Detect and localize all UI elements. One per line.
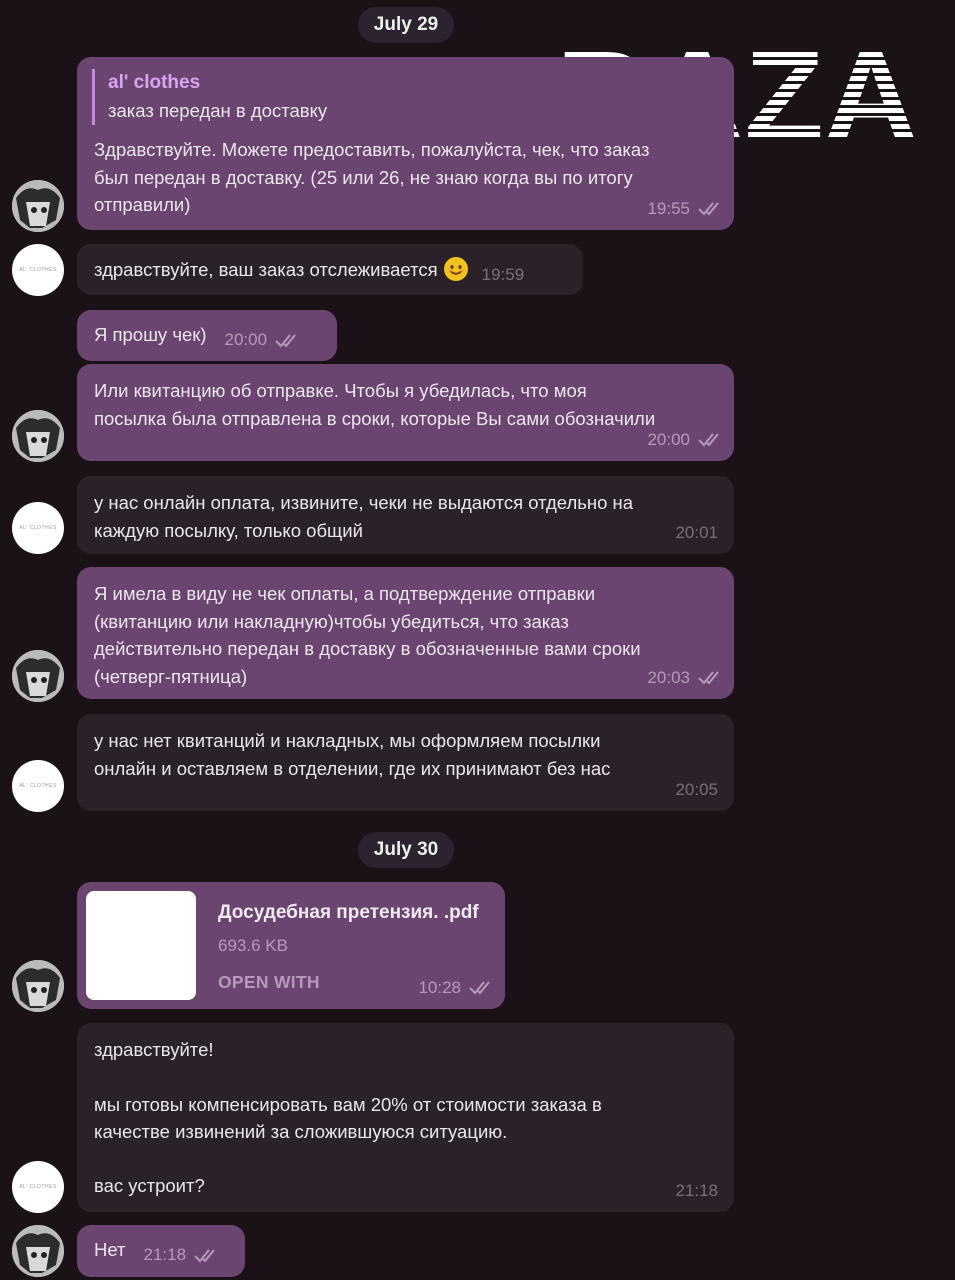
- message-text: Я имела в виду не чек оплаты, а подтверж…: [94, 583, 641, 687]
- message-time: 10:28: [418, 977, 461, 997]
- avatar-user[interactable]: [12, 650, 64, 702]
- message-bubble-outgoing[interactable]: Я прошу чек) 20:00: [77, 310, 337, 361]
- avatar-user[interactable]: [12, 180, 64, 232]
- avatar-shop[interactable]: AL' CLOTHES: [12, 502, 64, 554]
- message-bubble-outgoing[interactable]: Я имела в виду не чек оплаты, а подтверж…: [77, 567, 734, 699]
- message-text: Нет: [94, 1239, 126, 1260]
- message-text: Я прошу чек): [94, 324, 207, 345]
- avatar-image: [12, 1225, 64, 1277]
- avatar-user[interactable]: [12, 1225, 64, 1277]
- message-meta: 20:00: [647, 426, 724, 454]
- avatar-user[interactable]: [12, 960, 64, 1012]
- message-bubble-outgoing[interactable]: Нет 21:18: [77, 1225, 245, 1277]
- message-text: здравствуйте, ваш заказ отслеживается: [94, 259, 438, 280]
- message-bubble-file[interactable]: Досудебная претензия. .pdf 693.6 KB OPEN…: [77, 882, 505, 1009]
- avatar-image: [12, 180, 64, 232]
- message-time: 19:55: [647, 198, 690, 218]
- avatar-image: [12, 960, 64, 1012]
- message-meta: 20:01: [675, 519, 718, 547]
- double-check-icon: [275, 334, 296, 348]
- reply-sender: al' clothes: [108, 72, 201, 93]
- message-meta: 20:03: [647, 664, 724, 692]
- double-check-icon: [469, 981, 490, 995]
- message-bubble-outgoing[interactable]: al' clothes заказ передан в доставку Здр…: [77, 57, 734, 230]
- message-time: 21:18: [675, 1180, 718, 1200]
- message-text: у нас онлайн оплата, извините, чеки не в…: [94, 492, 634, 541]
- message-text: Или квитанцию об отправке. Чтобы я убеди…: [94, 380, 656, 429]
- reply-quote[interactable]: al' clothes заказ передан в доставку: [92, 69, 719, 125]
- message-time: 20:05: [675, 779, 718, 799]
- avatar-shop[interactable]: AL' CLOTHES: [12, 760, 64, 812]
- double-check-icon: [698, 433, 719, 447]
- avatar-label: AL' CLOTHES: [19, 783, 57, 789]
- message-bubble-incoming[interactable]: здравствуйте! мы готовы компенсировать в…: [77, 1023, 734, 1212]
- message-bubble-incoming[interactable]: здравствуйте, ваш заказ отслеживается 19:…: [77, 244, 583, 295]
- message-meta: 19:55: [647, 195, 724, 223]
- avatar-shop[interactable]: AL' CLOTHES: [12, 244, 64, 296]
- message-bubble-incoming[interactable]: у нас онлайн оплата, извините, чеки не в…: [77, 476, 734, 554]
- message-bubble-outgoing[interactable]: Или квитанцию об отправке. Чтобы я убеди…: [77, 364, 734, 461]
- message-text: Здравствуйте. Можете предоставить, пожал…: [94, 139, 650, 215]
- avatar-label: AL' CLOTHES: [19, 267, 57, 273]
- message-meta: 10:28: [418, 974, 495, 1002]
- message-text: у нас нет квитанций и накладных, мы офор…: [94, 730, 611, 779]
- message-time: 20:01: [675, 522, 718, 542]
- file-name[interactable]: Досудебная претензия. .pdf: [218, 899, 479, 927]
- message-time: 20:03: [647, 667, 690, 687]
- file-thumbnail[interactable]: [86, 891, 196, 1000]
- message-time: 19:59: [481, 265, 525, 284]
- double-check-icon: [194, 1249, 215, 1263]
- double-check-icon: [698, 202, 719, 216]
- message-time: 20:00: [647, 429, 690, 449]
- file-size: 693.6 KB: [218, 936, 288, 955]
- message-time: 20:00: [224, 330, 268, 349]
- open-with-button[interactable]: OPEN WITH: [218, 969, 320, 997]
- message-meta: 20:05: [675, 776, 718, 804]
- date-separator: July 30: [358, 832, 454, 868]
- reply-text: заказ передан в доставку: [108, 100, 328, 121]
- avatar-image: [12, 650, 64, 702]
- avatar-image: [12, 410, 64, 462]
- avatar-label: AL' CLOTHES: [19, 525, 57, 531]
- message-meta: 21:18: [675, 1177, 718, 1205]
- avatar-user[interactable]: [12, 410, 64, 462]
- date-separator: July 29: [358, 7, 454, 43]
- smiling-face-emoji: [443, 257, 468, 281]
- message-text: здравствуйте! мы готовы компенсировать в…: [94, 1039, 602, 1197]
- message-bubble-incoming[interactable]: у нас нет квитанций и накладных, мы офор…: [77, 714, 734, 811]
- message-time: 21:18: [143, 1245, 187, 1264]
- double-check-icon: [698, 671, 719, 685]
- avatar-label: AL' CLOTHES: [19, 1184, 57, 1190]
- avatar-shop[interactable]: AL' CLOTHES: [12, 1161, 64, 1213]
